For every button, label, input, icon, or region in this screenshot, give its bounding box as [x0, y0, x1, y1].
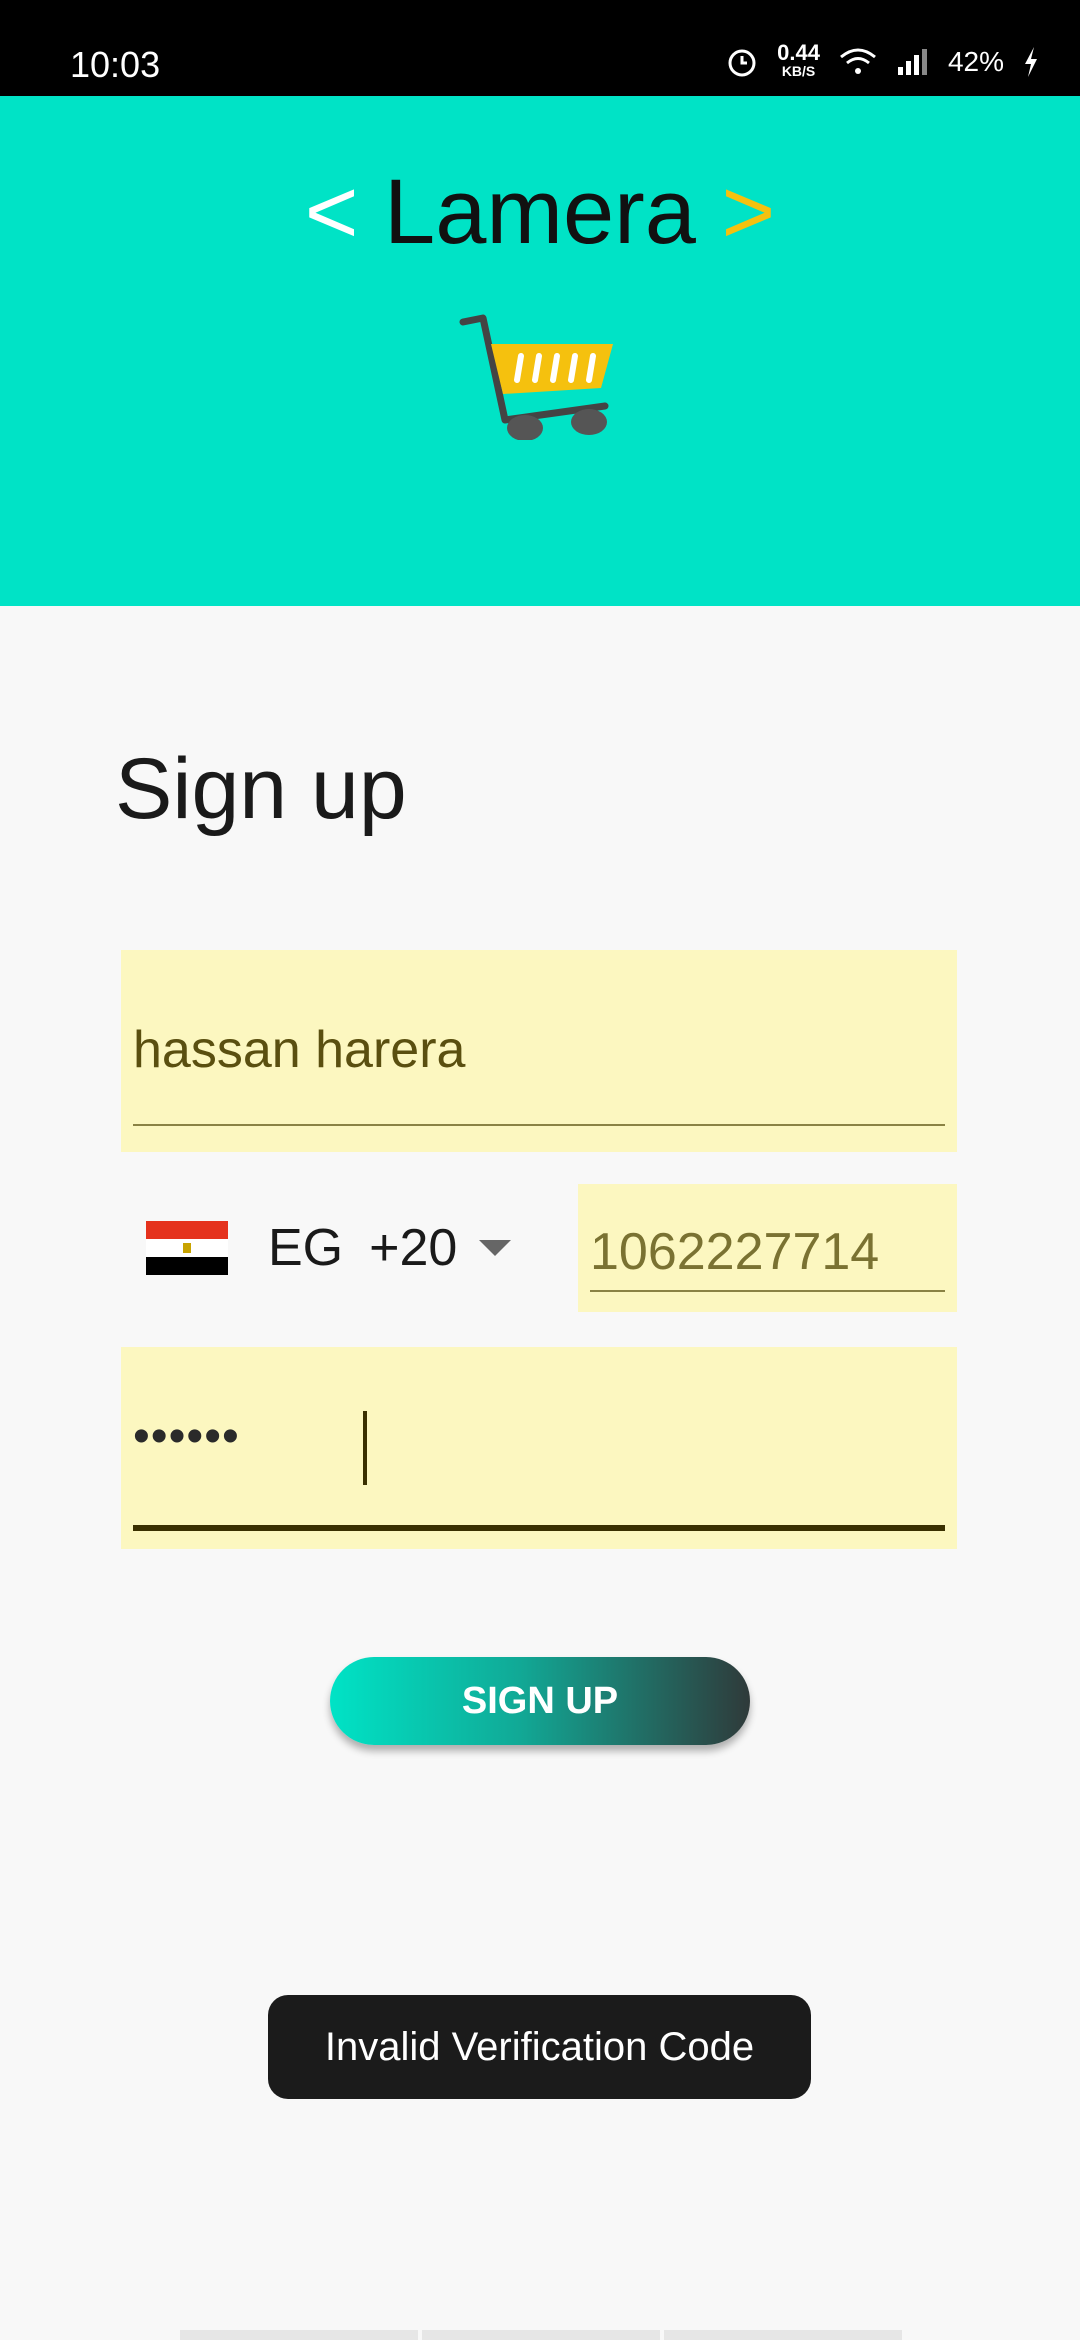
alarm-icon: [728, 49, 756, 77]
phone-input[interactable]: 1062227714: [578, 1184, 957, 1312]
nav-gesture-bar[interactable]: [180, 2330, 902, 2340]
egypt-flag-icon: [146, 1221, 228, 1275]
password-input[interactable]: ••••••: [121, 1347, 957, 1549]
network-speed: 0.44 KB/S: [777, 40, 820, 80]
dropdown-arrow-icon[interactable]: [479, 1240, 512, 1256]
dial-code: +20: [369, 1219, 458, 1277]
sign-up-button[interactable]: SIGN UP: [330, 1657, 750, 1745]
signal-icon: [897, 49, 927, 75]
phone-input-underline: [590, 1290, 945, 1292]
password-input-underline: [133, 1525, 945, 1531]
phone-input-value[interactable]: 1062227714: [590, 1222, 879, 1282]
password-input-value[interactable]: ••••••: [133, 1409, 240, 1464]
name-input-value[interactable]: hassan harera: [133, 1020, 465, 1080]
country-code-picker[interactable]: EG +20: [146, 1213, 512, 1283]
charging-icon: [1025, 47, 1037, 77]
brand-left-bracket: <: [304, 161, 359, 263]
country-code: EG: [268, 1219, 344, 1277]
status-time: 10:03: [70, 44, 161, 85]
name-input[interactable]: hassan harera: [121, 950, 957, 1152]
status-icons: 0.44 KB/S 42%: [725, 40, 1040, 80]
text-cursor: [363, 1411, 367, 1485]
brand-right-bracket: >: [721, 161, 776, 263]
page-title: Sign up: [115, 741, 407, 837]
app-logo-text: < Lamera >: [0, 160, 1080, 265]
toast-message: Invalid Verification Code: [324, 2024, 755, 2069]
cart-icon: [459, 314, 613, 440]
brand-name: Lamera: [384, 161, 696, 263]
wifi-icon: [840, 48, 876, 74]
name-input-underline: [133, 1124, 945, 1126]
battery-percent: 42%: [947, 46, 1004, 77]
error-toast: Invalid Verification Code: [268, 1995, 811, 2099]
status-bar: 10:03 0.44 KB/S 42%: [0, 0, 1080, 96]
